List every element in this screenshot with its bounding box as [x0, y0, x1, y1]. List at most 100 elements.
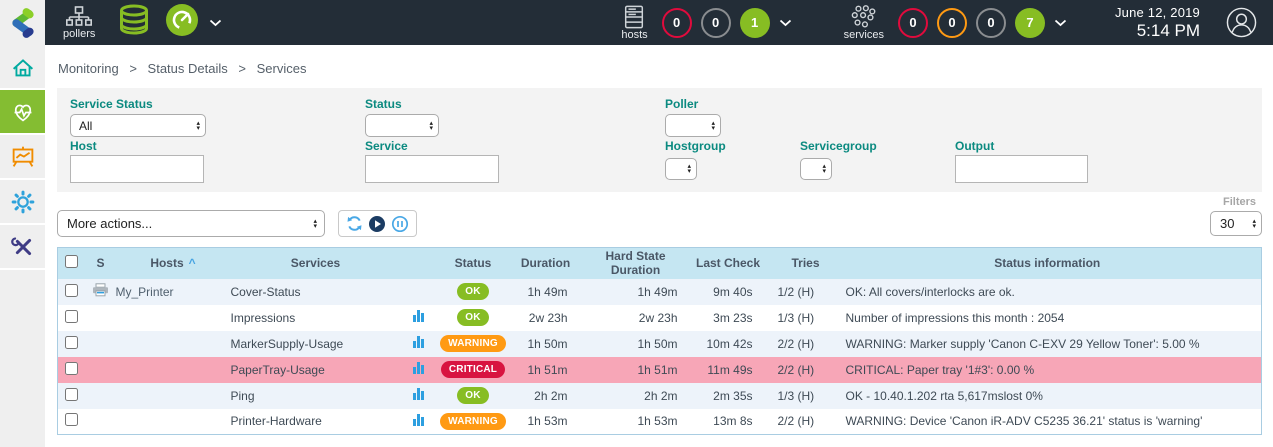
sidebar-item-reporting[interactable] — [0, 135, 45, 180]
cell-duration: 2w 23h — [511, 305, 581, 331]
service-input[interactable] — [365, 155, 499, 183]
breadcrumb-monitoring[interactable]: Monitoring — [58, 61, 119, 76]
status-select[interactable] — [366, 115, 438, 136]
page-size-select[interactable]: 30 — [1211, 212, 1261, 235]
column-header-last-check[interactable]: Last Check — [691, 248, 766, 279]
output-input[interactable] — [955, 155, 1088, 183]
host-link[interactable]: My_Printer — [116, 279, 231, 305]
hostgroup-select[interactable] — [666, 159, 696, 179]
cell-tries: 1/3 (H) — [766, 305, 834, 331]
poller-state-button[interactable] — [165, 3, 199, 42]
sidebar-item-administration[interactable] — [0, 225, 45, 270]
status-badge: CRITICAL — [441, 361, 505, 378]
column-header-hosts[interactable]: Hosts^ — [116, 248, 231, 279]
cell-status-information: WARNING: Marker supply 'Canon C-EXV 29 Y… — [834, 331, 1262, 357]
hosts-chevron-down-icon[interactable] — [779, 19, 792, 27]
column-header-graph — [401, 248, 436, 279]
hosts-pending-badge[interactable]: 0 — [701, 8, 731, 38]
cell-tries: 1/3 (H) — [766, 383, 834, 409]
sidebar-item-home[interactable] — [0, 45, 45, 90]
sidebar-item-configuration[interactable] — [0, 180, 45, 225]
cell-last-check: 11m 49s — [691, 357, 766, 383]
row-checkbox[interactable] — [65, 310, 78, 323]
services-menu[interactable]: services — [844, 5, 884, 41]
column-header-tries[interactable]: Tries — [766, 248, 834, 279]
service-link[interactable]: PaperTray-Usage — [231, 357, 401, 383]
services-pending-badge[interactable]: 0 — [976, 8, 1006, 38]
service-link[interactable]: Impressions — [231, 305, 401, 331]
performance-graph-icon[interactable] — [413, 336, 424, 348]
status-badge: OK — [457, 283, 488, 300]
service-link[interactable]: Printer-Hardware — [231, 409, 401, 435]
column-header-status-information[interactable]: Status information — [834, 248, 1262, 279]
cell-duration: 2h 2m — [511, 383, 581, 409]
breadcrumb-separator: > — [238, 61, 246, 76]
actions-toolbar: More actions... — [57, 210, 1262, 237]
breadcrumb-services[interactable]: Services — [257, 61, 307, 76]
refresh-icon[interactable] — [346, 215, 363, 232]
column-header-duration[interactable]: Duration — [511, 248, 581, 279]
row-checkbox[interactable] — [65, 336, 78, 349]
performance-graph-icon[interactable] — [413, 414, 424, 426]
pollers-label: pollers — [63, 28, 95, 40]
hosts-menu[interactable]: hosts — [621, 5, 647, 41]
performance-graph-icon[interactable] — [413, 388, 424, 400]
cell-hard-state-duration: 1h 50m — [581, 331, 691, 357]
services-warning-badge[interactable]: 0 — [937, 8, 967, 38]
refresh-controls — [338, 210, 417, 237]
select-all-checkbox[interactable] — [65, 255, 78, 268]
column-header-status[interactable]: Status — [436, 248, 511, 279]
cell-tries: 2/2 (H) — [766, 409, 834, 435]
pollers-menu[interactable]: pollers — [63, 6, 95, 40]
poller-select[interactable] — [666, 115, 720, 136]
servicegroup-select[interactable] — [801, 159, 831, 179]
column-header-services[interactable]: Services — [231, 248, 401, 279]
sidebar-item-monitoring[interactable] — [0, 90, 45, 135]
performance-graph-icon[interactable] — [413, 362, 424, 374]
service-status-select-wrap: All — [70, 114, 206, 137]
tools-icon — [8, 232, 38, 262]
user-avatar-icon[interactable] — [1226, 7, 1257, 38]
cell-tries: 2/2 (H) — [766, 331, 834, 357]
services-critical-badge[interactable]: 0 — [898, 8, 928, 38]
breadcrumb-status-details[interactable]: Status Details — [148, 61, 228, 76]
row-checkbox[interactable] — [65, 388, 78, 401]
cell-last-check: 2m 35s — [691, 383, 766, 409]
cell-last-check: 9m 40s — [691, 279, 766, 305]
breadcrumb: Monitoring > Status Details > Services — [45, 45, 1273, 88]
cell-duration: 1h 53m — [511, 409, 581, 435]
table-header-row: S Hosts^ Services Status Duration Hard S… — [58, 248, 1262, 279]
service-status-select[interactable]: All — [71, 115, 205, 136]
pause-icon[interactable] — [391, 215, 409, 233]
service-link[interactable]: Cover-Status — [231, 279, 401, 305]
column-header-hard-state-duration[interactable]: Hard State Duration — [581, 248, 691, 279]
output-label: Output — [955, 139, 994, 153]
current-date: June 12, 2019 — [1115, 5, 1200, 20]
centreon-logo[interactable] — [0, 0, 45, 45]
service-link[interactable]: MarkerSupply-Usage — [231, 331, 401, 357]
hostgroup-label: Hostgroup — [665, 139, 726, 153]
select-all-cell — [58, 248, 86, 279]
service-link[interactable]: Ping — [231, 383, 401, 409]
hosts-up-badge[interactable]: 1 — [740, 8, 770, 38]
play-icon[interactable] — [368, 215, 386, 233]
poller-select-wrap — [665, 114, 721, 137]
cell-tries: 1/2 (H) — [766, 279, 834, 305]
cell-hard-state-duration: 1h 49m — [581, 279, 691, 305]
hosts-down-badge[interactable]: 0 — [662, 8, 692, 38]
row-checkbox[interactable] — [65, 362, 78, 375]
table-row: My_Printer Cover-Status OK 1h 49m 1h 49m… — [58, 279, 1262, 305]
centreon-logo-icon — [6, 6, 40, 40]
row-checkbox[interactable] — [65, 413, 78, 426]
hosts-icon — [622, 5, 646, 29]
more-actions-select[interactable]: More actions... — [58, 211, 324, 236]
broker-statistics-button[interactable] — [117, 3, 151, 42]
host-input[interactable] — [70, 155, 204, 183]
services-ok-badge[interactable]: 7 — [1015, 8, 1045, 38]
row-checkbox[interactable] — [65, 284, 78, 297]
pollers-chevron-down-icon[interactable] — [209, 19, 222, 27]
status-select-wrap — [365, 114, 439, 137]
performance-graph-icon[interactable] — [413, 310, 424, 322]
services-chevron-down-icon[interactable] — [1054, 19, 1067, 27]
column-header-s[interactable]: S — [86, 248, 116, 279]
